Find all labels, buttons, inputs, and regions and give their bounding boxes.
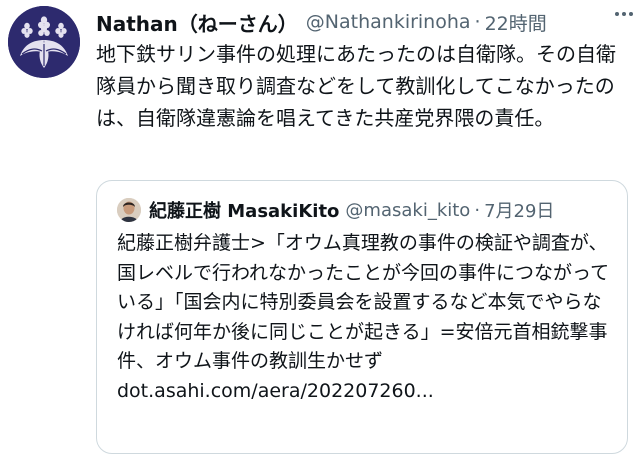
quoted-author-handle[interactable]: @masaki_kito — [345, 200, 470, 221]
tweet-text: 地下鉄サリン事件の処理にあたったのは自衛隊。その自衛隊員から聞き取り調査などをし… — [96, 42, 616, 130]
quoted-author-display-name[interactable]: 紀藤正樹 MasakiKito — [149, 197, 339, 223]
tweet: Nathan（ねーさん） @Nathankirinoha · 22時間 地下鉄サ… — [0, 0, 640, 462]
separator-dot: · — [474, 11, 481, 33]
quoted-tweet-text: 紀藤正樹弁護士>「オウム真理教の事件の検証や調査が、国レベルで行われなかったこと… — [117, 229, 617, 406]
more-options-icon[interactable] — [612, 2, 636, 32]
user-avatar[interactable] — [8, 6, 80, 78]
more-horizontal-icon — [615, 12, 633, 16]
tweet-timestamp[interactable]: 22時間 — [485, 9, 547, 36]
person-photo-icon — [117, 198, 141, 222]
tweet-header: Nathan（ねーさん） @Nathankirinoha · 22時間 — [96, 6, 628, 38]
quoted-tweet-header: 紀藤正樹 MasakiKito @masaki_kito · 7月29日 — [117, 195, 615, 225]
quoted-tweet-body: 紀藤正樹弁護士>「オウム真理教の事件の検証や調査が、国レベルで行われなかったこと… — [117, 232, 610, 372]
quoted-author-avatar — [117, 198, 141, 222]
quoted-tweet-link[interactable]: dot.asahi.com/aera/202207260... — [117, 380, 434, 402]
author-handle[interactable]: @Nathankirinoha — [306, 11, 471, 33]
paulownia-emblem-icon — [8, 6, 80, 78]
quoted-tweet-date[interactable]: 7月29日 — [484, 197, 554, 223]
author-display-name[interactable]: Nathan（ねーさん） — [96, 8, 298, 37]
quoted-tweet-card[interactable]: 紀藤正樹 MasakiKito @masaki_kito · 7月29日 紀藤正… — [96, 180, 628, 454]
separator-dot: · — [474, 199, 481, 221]
